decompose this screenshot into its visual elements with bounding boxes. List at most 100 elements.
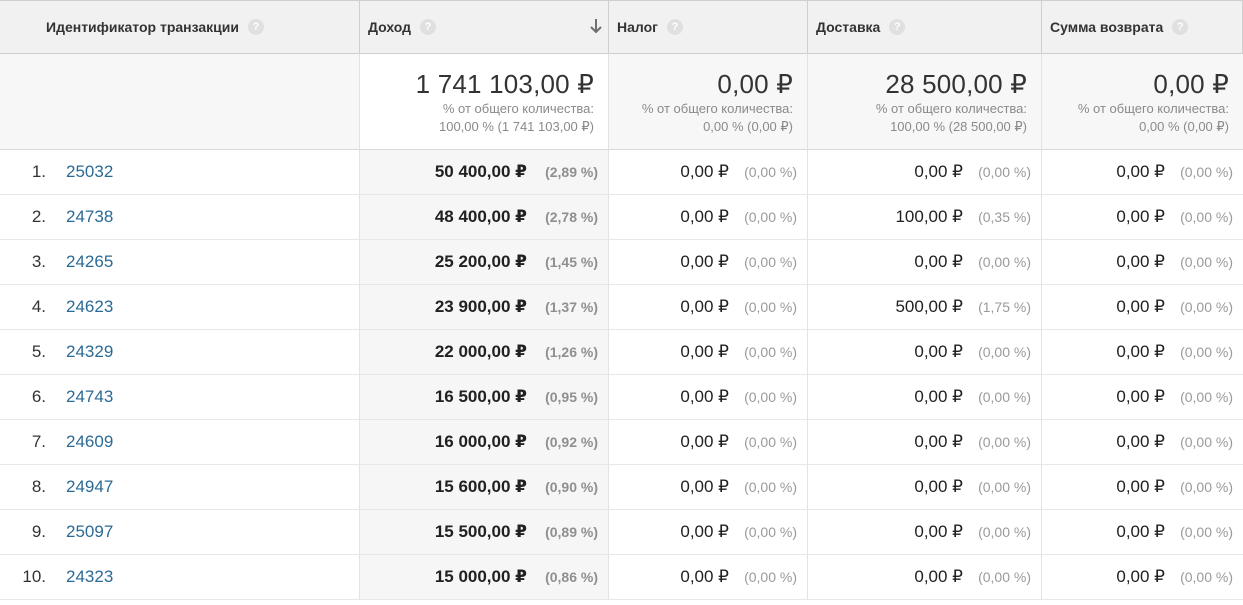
cell-revenue: 16 500,00 ₽ (0,95 %) — [360, 375, 609, 419]
refund-percent: (0,00 %) — [1180, 434, 1233, 450]
help-icon[interactable]: ? — [248, 19, 265, 35]
shipping-percent: (0,00 %) — [978, 344, 1031, 360]
refund-percent: (0,00 %) — [1180, 254, 1233, 270]
revenue-percent: (1,37 %) — [545, 299, 598, 315]
total-label: % от общего количества: — [442, 101, 594, 116]
tax-value: 0,00 ₽ — [680, 432, 729, 451]
row-number: 5. — [31, 342, 46, 361]
header-transaction-id[interactable]: Идентификатор транзакции ? — [0, 1, 360, 53]
help-icon[interactable]: ? — [889, 19, 906, 35]
row-number: 3. — [31, 252, 46, 271]
refund-value: 0,00 ₽ — [1116, 522, 1165, 541]
refund-percent: (0,00 %) — [1180, 569, 1233, 585]
total-shipping: 28 500,00 ₽ % от общего количества: 100,… — [808, 54, 1042, 149]
tax-percent: (0,00 %) — [744, 479, 797, 495]
cell-revenue: 15 500,00 ₽ (0,89 %) — [360, 510, 609, 554]
cell-tax: 0,00 ₽ (0,00 %) — [609, 330, 808, 374]
header-label: Идентификатор транзакции — [46, 19, 240, 35]
total-share: 100,00 % (1 741 103,00 ₽) — [439, 119, 594, 134]
help-icon[interactable]: ? — [667, 19, 683, 35]
shipping-percent: (0,00 %) — [978, 569, 1031, 585]
transaction-link[interactable]: 24265 — [66, 252, 113, 272]
revenue-percent: (0,90 %) — [545, 479, 598, 495]
refund-percent: (0,00 %) — [1180, 524, 1233, 540]
tax-value: 0,00 ₽ — [680, 477, 729, 496]
transaction-link[interactable]: 24738 — [66, 207, 113, 227]
revenue-value: 15 000,00 ₽ — [434, 567, 527, 586]
cell-transaction-id: 3. 24265 — [0, 240, 360, 284]
arrow-down-icon[interactable] — [589, 17, 603, 35]
header-tax[interactable]: Налог ? — [609, 1, 808, 53]
total-share: 0,00 % (0,00 ₽) — [703, 119, 793, 134]
tax-percent: (0,00 %) — [744, 524, 797, 540]
totals-row: 1 741 103,00 ₽ % от общего количества: 1… — [0, 54, 1243, 150]
cell-revenue: 16 000,00 ₽ (0,92 %) — [360, 420, 609, 464]
cell-revenue: 50 400,00 ₽ (2,89 %) — [360, 150, 609, 194]
shipping-percent: (0,00 %) — [978, 434, 1031, 450]
help-icon[interactable]: ? — [420, 19, 437, 35]
revenue-value: 15 600,00 ₽ — [434, 477, 527, 496]
row-number: 4. — [31, 297, 46, 316]
transaction-link[interactable]: 24609 — [66, 432, 113, 452]
cell-refund: 0,00 ₽ (0,00 %) — [1042, 510, 1243, 554]
total-tax: 0,00 ₽ % от общего количества: 0,00 % (0… — [609, 54, 808, 149]
tax-percent: (0,00 %) — [744, 434, 797, 450]
cell-shipping: 0,00 ₽ (0,00 %) — [808, 555, 1042, 599]
tax-value: 0,00 ₽ — [680, 342, 729, 361]
totals-empty-cell — [0, 54, 360, 149]
cell-shipping: 0,00 ₽ (0,00 %) — [808, 465, 1042, 509]
revenue-value: 15 500,00 ₽ — [434, 522, 527, 541]
shipping-value: 0,00 ₽ — [914, 387, 963, 406]
revenue-percent: (0,92 %) — [545, 434, 598, 450]
revenue-value: 48 400,00 ₽ — [434, 207, 527, 226]
transaction-link[interactable]: 24947 — [66, 477, 113, 497]
cell-tax: 0,00 ₽ (0,00 %) — [609, 285, 808, 329]
header-revenue[interactable]: Доход ? — [360, 1, 609, 53]
refund-value: 0,00 ₽ — [1116, 387, 1165, 406]
header-refund[interactable]: Сумма возврата ? — [1042, 1, 1243, 53]
row-number: 9. — [31, 522, 46, 541]
header-label: Доставка — [816, 19, 881, 35]
transaction-link[interactable]: 24743 — [66, 387, 113, 407]
refund-value: 0,00 ₽ — [1116, 207, 1165, 226]
shipping-percent: (0,00 %) — [978, 164, 1031, 180]
cell-revenue: 48 400,00 ₽ (2,78 %) — [360, 195, 609, 239]
row-number: 10. — [22, 567, 46, 586]
refund-value: 0,00 ₽ — [1116, 297, 1165, 316]
tax-percent: (0,00 %) — [744, 344, 797, 360]
cell-transaction-id: 8. 24947 — [0, 465, 360, 509]
cell-tax: 0,00 ₽ (0,00 %) — [609, 465, 808, 509]
cell-refund: 0,00 ₽ (0,00 %) — [1042, 285, 1243, 329]
transaction-link[interactable]: 24329 — [66, 342, 113, 362]
tax-value: 0,00 ₽ — [680, 522, 729, 541]
revenue-value: 23 900,00 ₽ — [434, 297, 527, 316]
cell-transaction-id: 4. 24623 — [0, 285, 360, 329]
transaction-link[interactable]: 25032 — [66, 162, 113, 182]
cell-tax: 0,00 ₽ (0,00 %) — [609, 555, 808, 599]
refund-percent: (0,00 %) — [1180, 299, 1233, 315]
shipping-value: 0,00 ₽ — [914, 432, 963, 451]
total-value: 0,00 ₽ — [1153, 69, 1229, 99]
revenue-value: 22 000,00 ₽ — [434, 342, 527, 361]
refund-percent: (0,00 %) — [1180, 479, 1233, 495]
cell-refund: 0,00 ₽ (0,00 %) — [1042, 240, 1243, 284]
cell-refund: 0,00 ₽ (0,00 %) — [1042, 195, 1243, 239]
cell-shipping: 500,00 ₽ (1,75 %) — [808, 285, 1042, 329]
transaction-link[interactable]: 24623 — [66, 297, 113, 317]
revenue-value: 25 200,00 ₽ — [434, 252, 527, 271]
total-value: 0,00 ₽ — [717, 69, 793, 99]
total-share: 100,00 % (28 500,00 ₽) — [890, 119, 1027, 134]
cell-refund: 0,00 ₽ (0,00 %) — [1042, 330, 1243, 374]
header-label: Доход — [368, 19, 412, 35]
shipping-value: 0,00 ₽ — [914, 477, 963, 496]
revenue-percent: (0,95 %) — [545, 389, 598, 405]
cell-tax: 0,00 ₽ (0,00 %) — [609, 240, 808, 284]
header-shipping[interactable]: Доставка ? — [808, 1, 1042, 53]
total-revenue: 1 741 103,00 ₽ % от общего количества: 1… — [360, 54, 609, 149]
shipping-percent: (0,00 %) — [978, 479, 1031, 495]
transaction-link[interactable]: 24323 — [66, 567, 113, 587]
total-label: % от общего количества: — [875, 101, 1027, 116]
cell-tax: 0,00 ₽ (0,00 %) — [609, 510, 808, 554]
transaction-link[interactable]: 25097 — [66, 522, 113, 542]
help-icon[interactable]: ? — [1172, 19, 1189, 35]
